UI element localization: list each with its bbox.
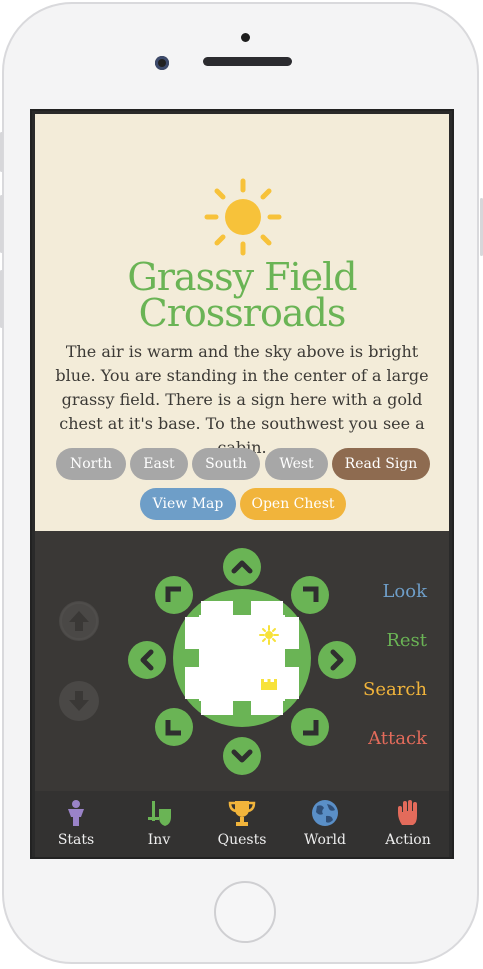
person-icon [68,800,84,826]
sun-icon [204,178,282,256]
chevron-up-icon [231,560,253,574]
mute-switch [0,132,3,172]
earpiece-speaker [203,57,292,66]
tab-stats[interactable]: Stats [35,791,117,857]
chevron-down-icon [231,749,253,763]
control-panel: Grassy Field Crossroads #001 Look Rest S… [35,531,449,791]
rest-button[interactable]: Rest [386,630,427,651]
tab-world[interactable]: World [284,791,366,857]
arrow-down-circle-icon [69,691,89,711]
tab-quests-label: Quests [217,832,267,848]
location-description: The air is warm and the sky above is bri… [55,342,429,457]
floor-down-button[interactable] [59,681,99,721]
west-button[interactable]: West [265,448,328,480]
view-map-button[interactable]: View Map [140,488,236,520]
tab-inventory[interactable]: Inv [118,791,200,857]
tab-inventory-label: Inv [147,832,171,848]
location-title: Grassy Field Crossroads [35,255,449,335]
move-south-button[interactable] [223,737,261,775]
trophy-icon [228,801,256,826]
map-tile-line4: #001 [206,671,233,685]
tab-action-label: Action [385,832,431,848]
south-button[interactable]: South [192,448,260,480]
chevron-right-icon [330,649,344,671]
chest-marker-icon [261,679,277,690]
sensor-dot [241,33,250,42]
east-button[interactable]: East [130,448,188,480]
tab-action[interactable]: Action [367,791,449,857]
tab-quests[interactable]: Quests [201,791,283,857]
location-panel: Grassy Field Crossroads The air is warm … [35,114,449,531]
chevron-left-icon [140,649,154,671]
open-chest-button[interactable]: Open Chest [240,488,346,520]
hand-icon [398,800,417,825]
volume-up-button [0,195,3,253]
tab-world-label: World [304,832,346,848]
attack-button[interactable]: Attack [368,728,427,749]
location-title-line1: Grassy Field [127,255,357,299]
sword-shield-icon [148,801,171,826]
look-button[interactable]: Look [382,581,427,602]
arrow-up-circle-icon [60,602,98,640]
front-camera [155,56,169,70]
map-tile-line2: Field [206,643,233,657]
map-tile-line3: Crossroads [206,657,268,671]
move-west-button[interactable] [128,641,166,679]
floor-up-button[interactable] [59,601,99,641]
volume-down-button [0,270,3,328]
map-tile[interactable]: Grassy Field Crossroads #001 [173,589,311,727]
tab-bar: Stats Inv Quests World Action [35,791,449,857]
globe-icon [312,800,338,826]
north-button[interactable]: North [56,448,126,480]
read-sign-button[interactable]: Read Sign [332,448,430,480]
location-title-line2: Crossroads [138,291,347,335]
search-button[interactable]: Search [363,679,427,700]
move-north-button[interactable] [223,548,261,586]
sun-marker-icon [259,625,279,645]
tab-stats-label: Stats [57,832,95,848]
move-east-button[interactable] [318,641,356,679]
home-button[interactable] [214,881,276,943]
game-screen: Grassy Field Crossroads The air is warm … [30,109,454,859]
